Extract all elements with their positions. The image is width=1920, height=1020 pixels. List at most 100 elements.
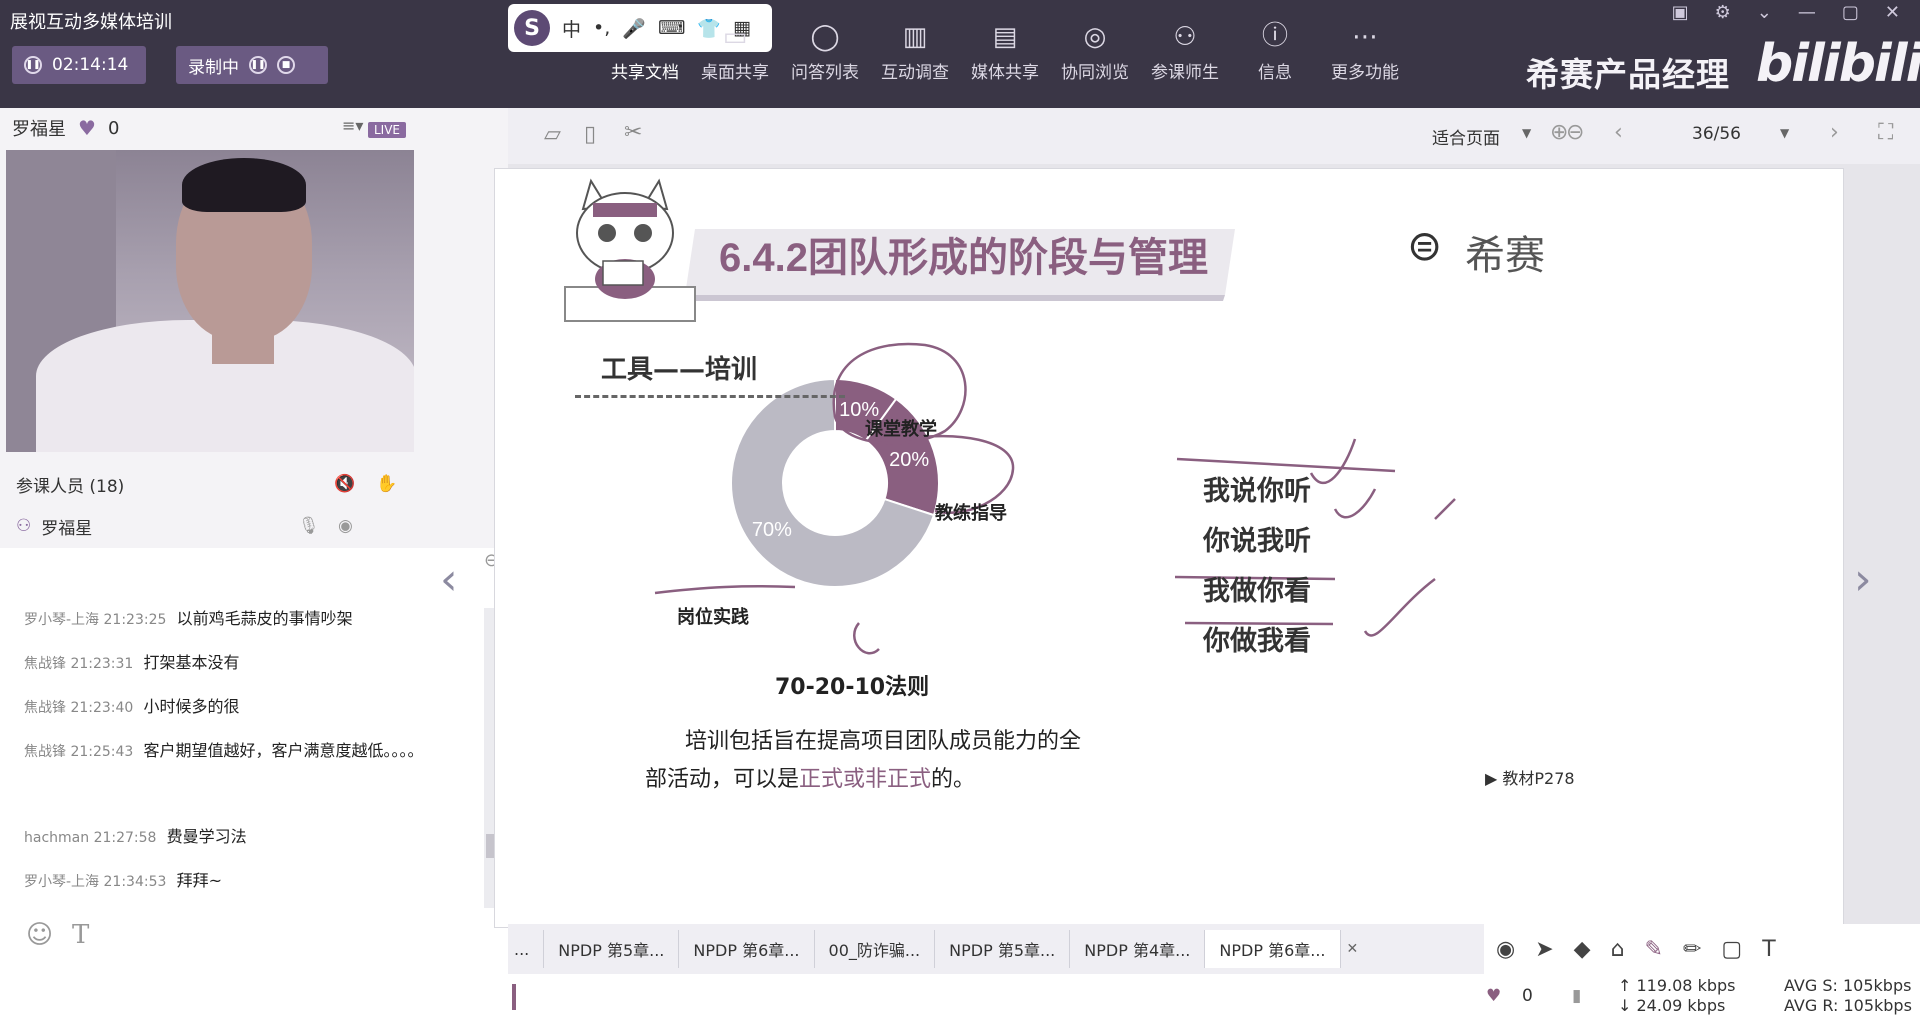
collapse-icon[interactable]: ⌄ (1757, 2, 1772, 23)
minimize-icon[interactable]: — (1798, 2, 1816, 23)
tool-label: 桌面共享 (701, 63, 769, 83)
document-tab[interactable]: 00_防诈骗... (815, 930, 936, 968)
record-stop-icon[interactable]: ■ (277, 56, 295, 74)
fullscreen-icon[interactable]: ⛶ (1878, 120, 1893, 145)
document-tab-active[interactable]: NPDP 第6章... (1205, 930, 1341, 968)
heart-icon[interactable]: ♥ (78, 116, 96, 140)
file-icon[interactable]: ▯ (584, 122, 596, 147)
zoom-out-icon[interactable]: ⊖ (1566, 120, 1584, 145)
chart-label: 教练指导 (935, 503, 1007, 524)
more-icon: ⋯ (1352, 22, 1378, 52)
upload-rate: ↑ 119.08 kbps (1618, 976, 1736, 995)
prev-page-icon[interactable]: ‹ (1614, 120, 1623, 145)
chevron-down-icon[interactable]: ▼ (1522, 126, 1531, 140)
pen-icon[interactable]: ✏ (1683, 937, 1701, 962)
tool-survey[interactable]: ▥ 互动调查 (870, 16, 960, 83)
tool-label: 参课师生 (1151, 63, 1219, 83)
main-toolbar: ▭ 共享文档 ▭ 桌面共享 ◯ 问答列表 ▥ 互动调查 ▤ 媒体共享 ◎ 协同浏览 ⚇ 参课师… (600, 16, 1410, 83)
heart-icon[interactable]: ♥ (1486, 986, 1501, 1006)
rule-title: 70-20-10法则 (775, 675, 930, 700)
close-icon[interactable]: ✕ (1885, 2, 1900, 23)
mic-icon[interactable]: 🎙 (298, 516, 320, 536)
document-tab[interactable]: NPDP 第5章... (935, 930, 1071, 968)
record-pause-icon[interactable]: ❚❚ (249, 56, 267, 74)
record-label: 录制中 (188, 57, 239, 78)
status-bar: ♥ 0 ▮ ↑ 119.08 kbps ↓ 24.09 kbps AVG S: … (508, 974, 1920, 1020)
avg-send: AVG S: 105kbps (1784, 976, 1912, 995)
laser-icon[interactable]: ◉ (1496, 937, 1515, 962)
chat-sender: 罗小琴-上海 21:34:53 (24, 874, 167, 890)
record-button[interactable]: 录制中 ❚❚ ■ (176, 46, 328, 84)
clear-icon[interactable]: ⌂ (1611, 937, 1625, 962)
avg-receive: AVG R: 105kbps (1784, 996, 1912, 1015)
chat-panel: 罗小琴-上海 21:23:25 以前鸡毛蒜皮的事情吵架 焦战锋 21:23:31… (0, 548, 508, 1020)
body-text: 培训包括旨在提高项目团队成员能力的全 (685, 729, 1082, 754)
desktop-share-icon: ▭ (722, 22, 748, 52)
pointer-icon[interactable]: ➤ (1535, 937, 1553, 962)
upload-value: 119.08 kbps (1636, 976, 1736, 995)
camera-icon[interactable]: ◉ (338, 516, 353, 536)
document-tab[interactable]: NPDP 第6章... (679, 930, 815, 968)
timer-button[interactable]: ❚❚ 02:14:14 (12, 46, 146, 84)
text-format-icon[interactable]: T (72, 920, 89, 950)
folder-icon[interactable]: ▱ (544, 122, 561, 147)
chat-text: 拜拜~ (176, 871, 222, 890)
tool-label: 协同浏览 (1061, 63, 1129, 83)
document-tab[interactable]: NPDP 第4章... (1070, 930, 1206, 968)
hand-icon[interactable]: ✋ (376, 474, 397, 494)
left-panel: 罗福星 ♥ 0 ≡▾ LIVE 参课人员 (18) 🔇 ✋ ⚇ 罗福星 🎙 ◉ … (0, 108, 508, 1020)
tool-share-doc[interactable]: ▭ 共享文档 (600, 16, 690, 83)
emoji-icon[interactable]: ☺ (26, 920, 53, 950)
layout-icon[interactable]: ▣ (1672, 2, 1689, 23)
next-slide-icon[interactable]: › (1854, 554, 1872, 605)
settings-icon[interactable]: ⚙ (1715, 2, 1731, 23)
section-heading: 工具——培训 (601, 355, 758, 385)
tool-qa[interactable]: ◯ 问答列表 (780, 16, 870, 83)
participants-header: 参课人员 (18) 🔇 ✋ (0, 464, 420, 504)
pause-icon: ❚❚ (24, 56, 42, 74)
body-text-part: 的。 (931, 767, 976, 792)
close-tab-icon[interactable]: ✕ (1347, 941, 1359, 957)
page-dropdown-icon[interactable]: ▼ (1780, 126, 1789, 140)
live-badge: LIVE (368, 122, 407, 138)
fit-select[interactable]: 适合页面 (1432, 124, 1500, 149)
timer-value: 02:14:14 (52, 55, 129, 75)
tool-info[interactable]: ⓘ 信息 (1230, 16, 1320, 83)
chart-label: 课堂教学 (865, 419, 937, 440)
participant-name: 罗福星 (41, 518, 93, 539)
tool-participants[interactable]: ⚇ 参课师生 (1140, 16, 1230, 83)
tool-browse[interactable]: ◎ 协同浏览 (1050, 16, 1140, 83)
participant-row[interactable]: ⚇ 罗福星 🎙 ◉ (0, 508, 420, 544)
slide-logo: 希赛 (1465, 233, 1545, 279)
chat-sender: 焦战锋 21:23:31 (24, 656, 134, 672)
menu-icon[interactable]: ≡▾ (342, 116, 363, 135)
next-page-icon[interactable]: › (1830, 120, 1839, 145)
maximize-icon[interactable]: ▢ (1842, 2, 1859, 23)
document-tab[interactable]: NPDP 第5章... (544, 930, 680, 968)
mute-all-icon[interactable]: 🔇 (334, 474, 355, 494)
tab-overflow[interactable]: ... (508, 930, 545, 968)
chat-message: 焦战锋 21:23:31 打架基本没有 (24, 650, 454, 676)
tool-label: 信息 (1258, 63, 1292, 83)
tool-more[interactable]: ⋯ 更多功能 (1320, 16, 1410, 83)
pie-data-label: 20% (889, 449, 929, 471)
tool-desktop-share[interactable]: ▭ 桌面共享 (690, 16, 780, 83)
prev-slide-icon[interactable]: ‹ (440, 554, 458, 605)
survey-icon: ▥ (902, 22, 928, 52)
highlighter-icon[interactable]: ✎ (1645, 937, 1663, 962)
scissors-icon[interactable]: ✂ (624, 120, 642, 145)
rectangle-icon[interactable]: ▢ (1721, 937, 1742, 962)
tool-media[interactable]: ▤ 媒体共享 (960, 16, 1050, 83)
ime-mode[interactable]: 中 (562, 15, 581, 42)
ref-text: 教材P278 (1502, 769, 1575, 788)
chat-text: 打架基本没有 (143, 653, 240, 672)
text-tool-icon[interactable]: T (1762, 937, 1775, 962)
chat-text: 小时候多的很 (143, 697, 240, 716)
chat-sender: 焦战锋 21:23:40 (24, 700, 134, 716)
cat-mascot-icon (564, 178, 696, 322)
eraser-icon[interactable]: ◆ (1574, 937, 1591, 962)
like-count: 0 (107, 117, 120, 139)
body-text-part: 部活动，可以是 (645, 767, 800, 792)
chat-text: 客户期望值越好，客户满意度越低。。。。 (143, 741, 424, 760)
annotation-tools: ◉ ➤ ◆ ⌂ ✎ ✏ ▢ T (1484, 924, 1920, 974)
